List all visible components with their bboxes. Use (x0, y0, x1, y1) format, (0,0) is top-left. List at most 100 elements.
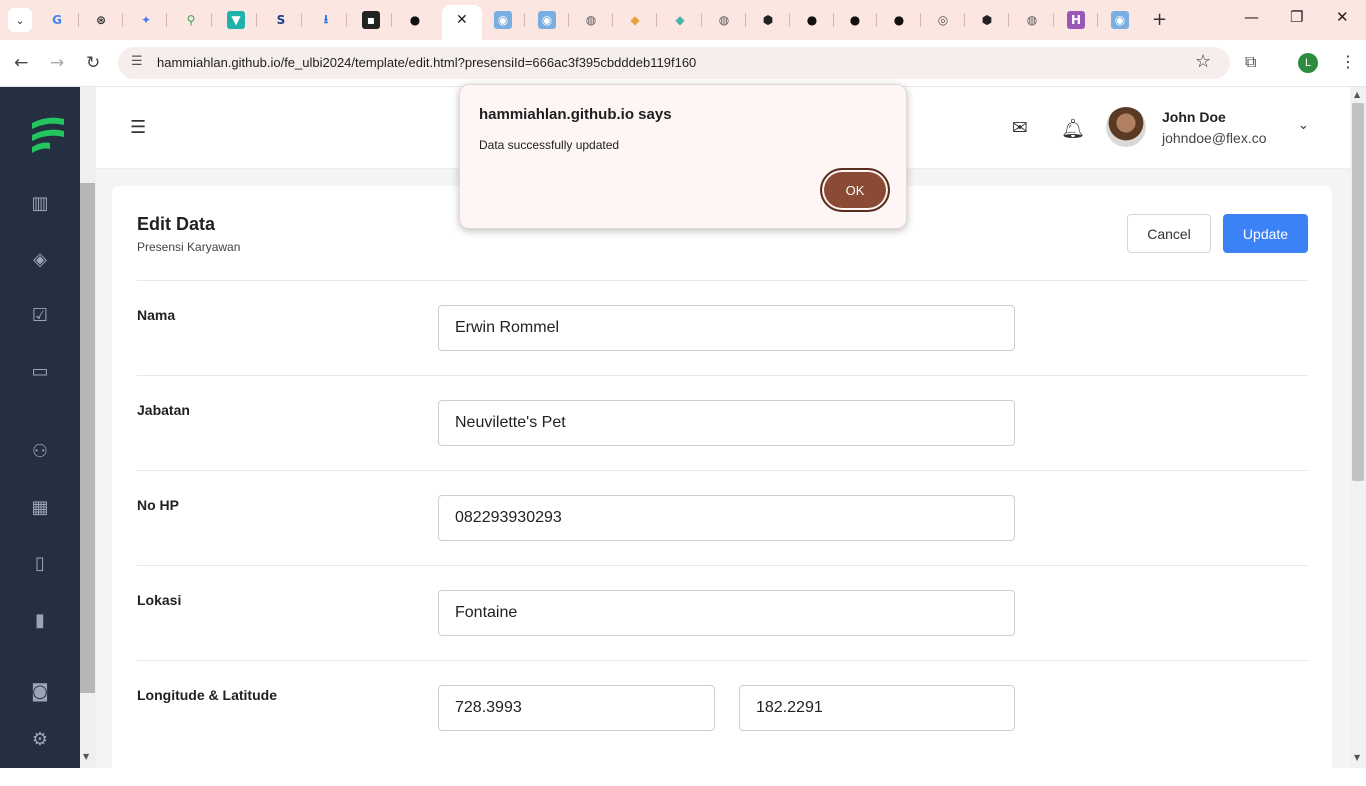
app-logo-icon (32, 117, 64, 153)
new-tab-icon[interactable]: + (1152, 9, 1167, 30)
browser-menu-icon[interactable]: ⋮ (1340, 52, 1356, 71)
github-icon[interactable]: ● (406, 11, 424, 29)
user-email[interactable]: johndoe@flex.co (1162, 130, 1267, 146)
bell-icon[interactable]: 🔔︎ (1061, 117, 1085, 140)
window-close-icon[interactable]: ✕ (1336, 8, 1349, 26)
globe-icon[interactable]: ◍ (1023, 11, 1041, 29)
folder-icon[interactable]: ▭ (28, 359, 52, 383)
latitude-input[interactable] (739, 685, 1015, 731)
github-icon[interactable]: ● (846, 11, 864, 29)
chrome-icon[interactable]: ◎ (934, 11, 952, 29)
tab-separator (568, 13, 569, 27)
github-icon[interactable]: ● (803, 11, 821, 29)
scroll-down-icon[interactable]: ▼ (1354, 753, 1360, 762)
app-icon[interactable]: ◉ (538, 11, 556, 29)
bar-chart-icon[interactable]: ▮ (28, 608, 52, 632)
tab-separator (964, 13, 965, 27)
vpn-icon[interactable]: ▼ (227, 11, 245, 29)
profile-avatar[interactable]: L (1298, 53, 1318, 73)
github-icon[interactable]: ● (890, 11, 908, 29)
tab-separator (789, 13, 790, 27)
h-icon[interactable]: H (1067, 11, 1085, 29)
lokasi-input[interactable] (438, 590, 1015, 636)
nama-input[interactable] (438, 305, 1015, 351)
edit-card (112, 186, 1332, 786)
divider (137, 470, 1308, 471)
jabatan-label: Jabatan (137, 402, 190, 418)
page-scrollbar-thumb[interactable] (1352, 103, 1364, 481)
scroll-up-icon[interactable]: ▲ (1354, 90, 1360, 99)
tab-separator (256, 13, 257, 27)
gutter-scroll-down-icon[interactable]: ▼ (83, 752, 89, 761)
dialog-ok-button[interactable]: OK (820, 168, 890, 212)
tab-separator (920, 13, 921, 27)
dashboard-chart-icon[interactable]: ▥ (28, 191, 52, 215)
users-icon[interactable]: ⚇ (28, 439, 52, 463)
gemini-icon[interactable]: ✦ (137, 11, 155, 29)
page-subtitle: Presensi Karyawan (137, 240, 241, 254)
jabatan-input[interactable] (438, 400, 1015, 446)
tab-separator (391, 13, 392, 27)
tab-separator (833, 13, 834, 27)
tab-separator (211, 13, 212, 27)
layers-icon[interactable]: ◈ (28, 247, 52, 271)
longitude-input[interactable] (438, 685, 715, 731)
close-tab-icon[interactable]: ✕ (456, 12, 468, 28)
lokasi-label: Lokasi (137, 592, 182, 608)
lonlat-label: Longitude & Latitude (137, 687, 277, 703)
restore-icon[interactable]: ❐ (1290, 8, 1303, 26)
cube-icon[interactable]: ⬢ (978, 11, 996, 29)
cancel-button[interactable]: Cancel (1127, 214, 1211, 253)
tab-separator (656, 13, 657, 27)
extensions-icon[interactable]: ⧉ (1245, 52, 1256, 72)
tab-separator (78, 13, 79, 27)
user-avatar[interactable] (1106, 107, 1146, 147)
forward-icon[interactable]: → (50, 53, 64, 73)
cube-icon[interactable]: ⬢ (759, 11, 777, 29)
settings-gear-icon[interactable]: ⚙ (28, 727, 52, 751)
calendar-icon[interactable]: ▦ (28, 495, 52, 519)
chevron-down-icon[interactable]: ⌄ (1298, 118, 1309, 133)
google-icon[interactable]: G (48, 11, 66, 29)
bookmark-star-icon[interactable]: ☆ (1195, 51, 1211, 72)
globe-icon[interactable]: ◍ (715, 11, 733, 29)
dialog-message: Data successfully updated (479, 138, 620, 152)
tab-search-icon[interactable]: ⌄ (8, 8, 32, 32)
nama-label: Nama (137, 307, 176, 323)
active-tab[interactable]: ✕ (442, 5, 482, 40)
reload-icon[interactable]: ↻ (86, 53, 100, 73)
sidebar-scrollbar[interactable] (80, 183, 95, 693)
tab-separator (301, 13, 302, 27)
document-icon[interactable]: ▯ (28, 551, 52, 575)
maps-icon[interactable]: ⚲ (182, 11, 200, 29)
tab-separator (1097, 13, 1098, 27)
tab-separator (745, 13, 746, 27)
tab-separator (166, 13, 167, 27)
tab-separator (876, 13, 877, 27)
tab-separator (1008, 13, 1009, 27)
tab-separator (1053, 13, 1054, 27)
hamburger-menu-icon[interactable]: ☰ (130, 117, 150, 138)
minimize-icon[interactable]: — (1244, 8, 1259, 26)
app-icon[interactable]: ◉ (1111, 11, 1129, 29)
mail-icon[interactable]: ✉ (1012, 117, 1028, 139)
profile-card-icon[interactable]: ◙ (28, 679, 52, 703)
checkbox-icon[interactable]: ☑ (28, 303, 52, 327)
app-icon[interactable]: ◉ (494, 11, 512, 29)
divider (137, 280, 1308, 281)
user-name[interactable]: John Doe (1162, 109, 1226, 125)
stack-icon[interactable]: ◆ (671, 11, 689, 29)
dark-app-icon[interactable]: ▪ (362, 11, 380, 29)
sidebar (0, 87, 80, 768)
update-button[interactable]: Update (1223, 214, 1308, 253)
stack-icon[interactable]: ◆ (626, 11, 644, 29)
back-icon[interactable]: ← (14, 53, 28, 73)
download-icon[interactable]: ⭳ (317, 11, 335, 29)
site-info-icon[interactable]: ☰ (131, 54, 143, 69)
page-title: Edit Data (137, 214, 216, 234)
globe-icon[interactable]: ◍ (582, 11, 600, 29)
url-text[interactable]: hammiahlan.github.io/fe_ulbi2024/templat… (157, 55, 696, 70)
chatgpt-icon[interactable]: ⊛ (92, 11, 110, 29)
nohp-input[interactable] (438, 495, 1015, 541)
s-icon[interactable]: S (272, 11, 290, 29)
